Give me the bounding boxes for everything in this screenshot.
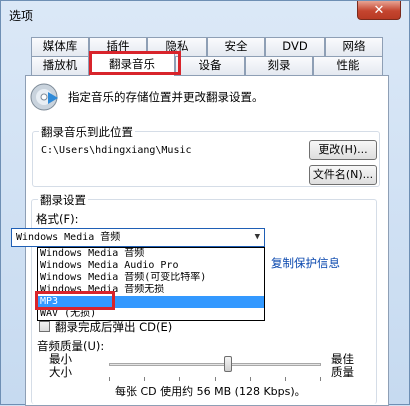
slider-tick (215, 377, 216, 381)
title-bar: 选项 ✕ (1, 1, 409, 27)
tab-burn[interactable]: 刻录 (245, 56, 313, 75)
tab-player[interactable]: 播放机 (31, 56, 89, 75)
format-option-wma-pro[interactable]: Windows Media Audio Pro (38, 260, 264, 272)
mp3-highlight-box (35, 291, 115, 310)
tab-network[interactable]: 网络 (325, 37, 383, 56)
quality-max-label: 最佳 质量 (331, 352, 354, 379)
tab-highlight-box (89, 51, 181, 75)
quality-info-text: 每张 CD 使用约 56 MB (128 Kbps)。 (115, 385, 306, 398)
quality-min-label: 最小 大小 (49, 352, 72, 379)
eject-cd-checkbox[interactable] (39, 321, 50, 332)
tab-performance[interactable]: 性能 (313, 56, 383, 75)
format-label: 格式(F): (36, 212, 79, 226)
tab-row-top: 媒体库 插件 隐私 安全 DVD 网络 (31, 37, 383, 56)
tab-security[interactable]: 安全 (207, 37, 265, 56)
tab-row-bottom: 播放机 翻录音乐 设备 刻录 性能 (31, 53, 383, 76)
close-icon: ✕ (373, 2, 385, 18)
eject-cd-label: 翻录完成后弹出 CD(E) (55, 320, 173, 334)
rip-location-group: 翻录音乐到此位置 C:\Users\hdingxiang\Music 更改(H)… (32, 124, 380, 187)
window-title: 选项 (9, 9, 34, 23)
slider-ticks (109, 377, 321, 381)
filename-button[interactable]: 文件名(N)... (309, 165, 377, 185)
change-location-button[interactable]: 更改(H)... (309, 140, 377, 160)
audio-quality-slider-track[interactable] (109, 363, 321, 366)
slider-tick (285, 377, 286, 381)
cd-rip-icon (30, 83, 58, 111)
format-option-wma[interactable]: Windows Media 音频 (38, 248, 264, 260)
panel-description: 指定音乐的存储位置并更改翻录设置。 (68, 90, 264, 104)
slider-tick (144, 377, 145, 381)
options-window: 选项 ✕ 媒体库 插件 隐私 安全 DVD 网络 播放机 翻录音乐 设备 刻录 … (0, 0, 410, 406)
copy-protection-link[interactable]: 复制保护信息 (271, 255, 340, 271)
slider-tick (250, 377, 251, 381)
rip-settings-legend: 翻录设置 (38, 192, 88, 208)
slider-tick (320, 377, 321, 381)
slider-tick (179, 377, 180, 381)
tab-devices[interactable]: 设备 (175, 56, 245, 75)
panel-header: 指定音乐的存储位置并更改翻录设置。 (30, 82, 380, 111)
tab-dvd[interactable]: DVD (265, 37, 325, 56)
chevron-down-icon: ▼ (254, 232, 260, 242)
tab-library[interactable]: 媒体库 (31, 37, 89, 56)
slider-tick (109, 377, 110, 381)
audio-quality-slider-thumb[interactable] (223, 356, 232, 372)
rip-location-legend: 翻录音乐到此位置 (39, 124, 135, 140)
tab-strip: 媒体库 插件 隐私 安全 DVD 网络 播放机 翻录音乐 设备 刻录 性能 (31, 37, 383, 76)
format-option-wma-vbr[interactable]: Windows Media 音频(可变比特率) (38, 272, 264, 284)
close-button[interactable]: ✕ (357, 1, 401, 20)
rip-location-path: C:\Users\hdingxiang\Music (41, 145, 192, 156)
format-select-value: Windows Media 音频 (16, 232, 121, 243)
format-select[interactable]: Windows Media 音频 ▼ (11, 228, 265, 247)
